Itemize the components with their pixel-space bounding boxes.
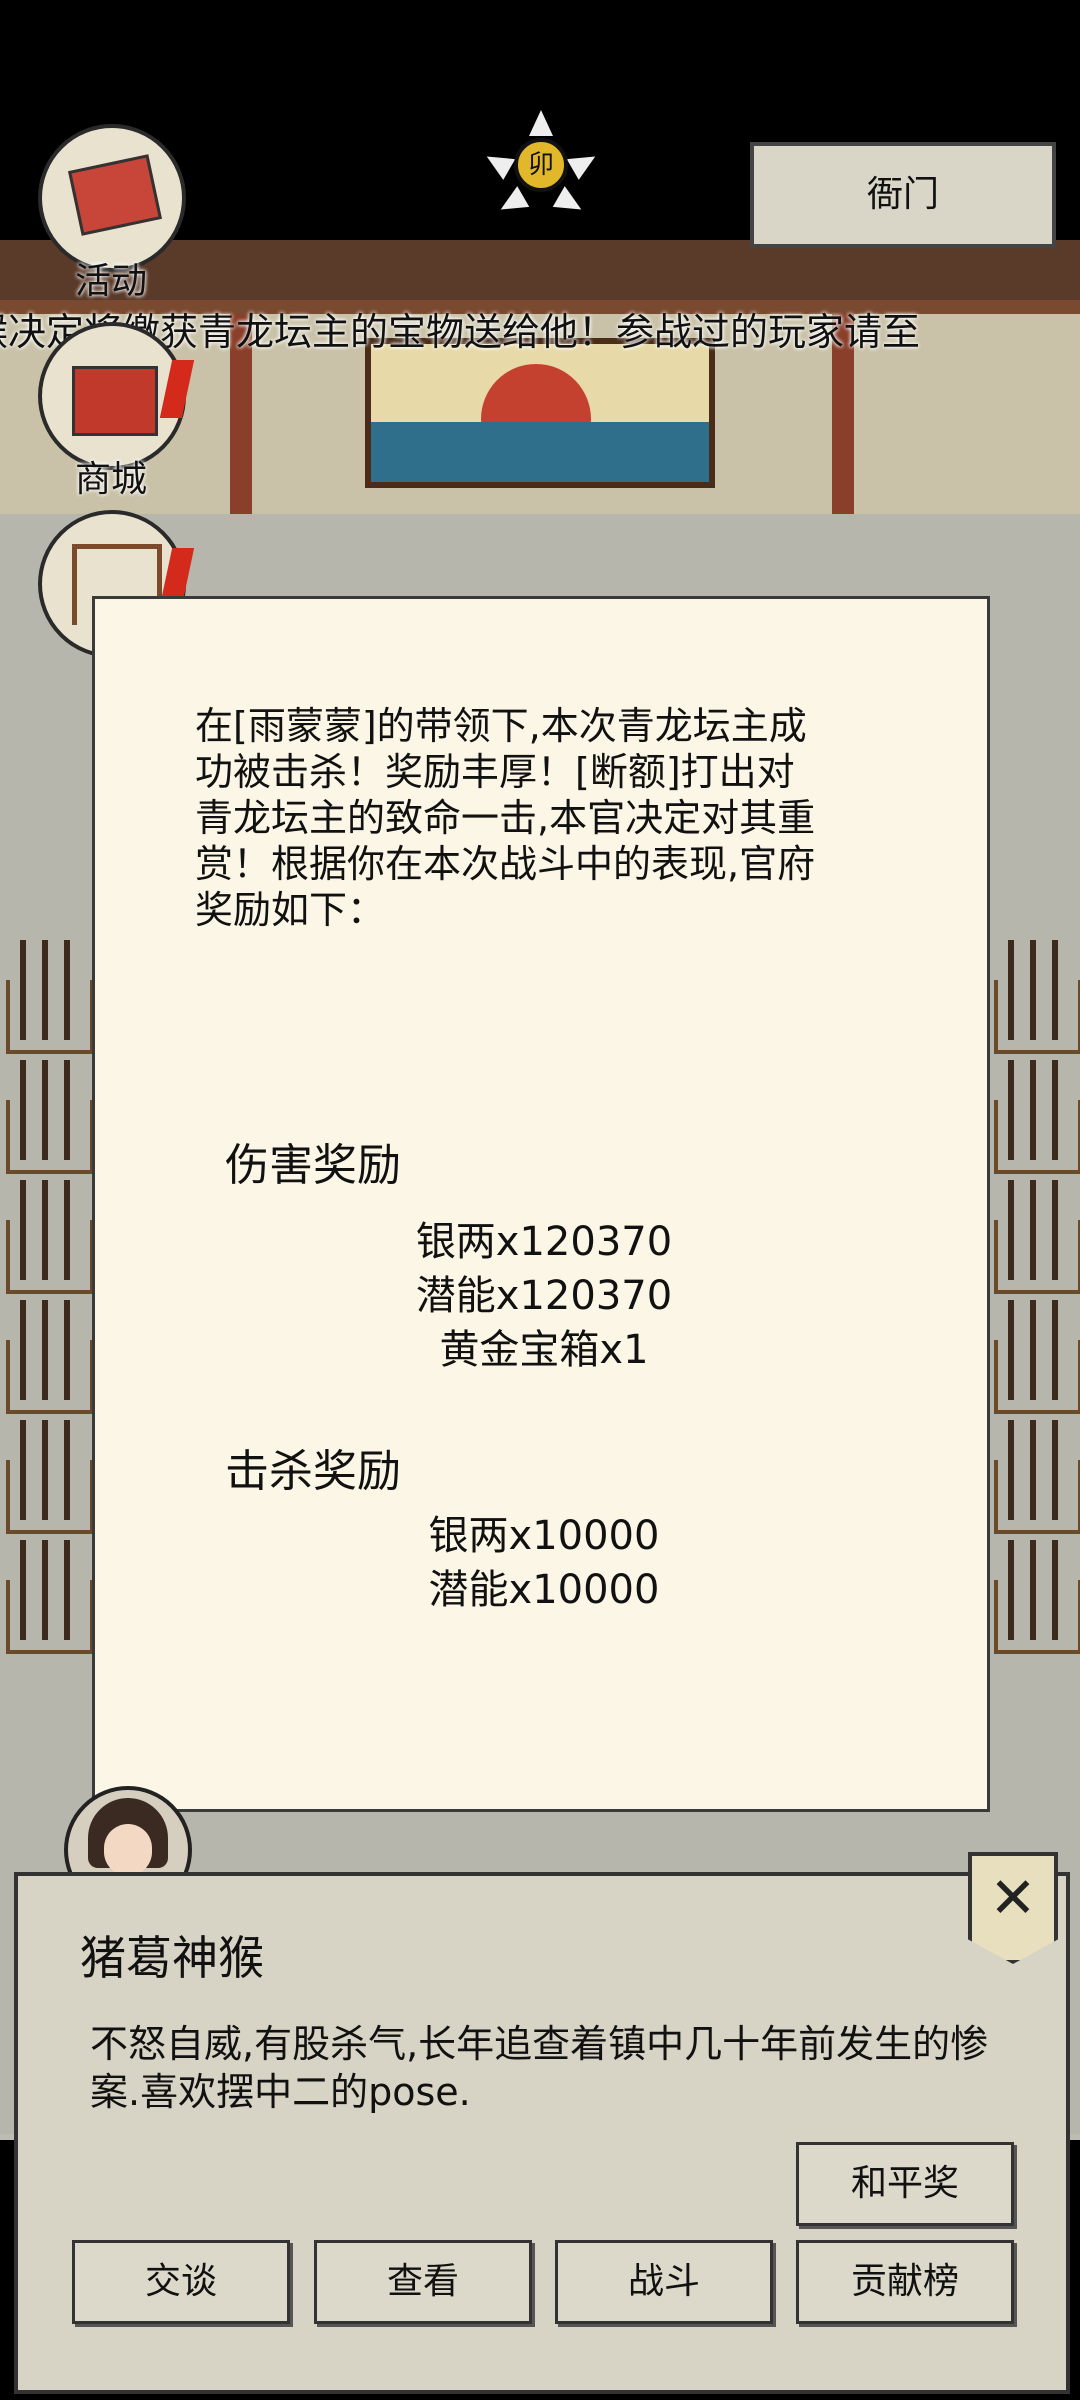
yamen-button[interactable]: 衙门 bbox=[750, 142, 1056, 248]
weapon-rack bbox=[994, 1060, 1080, 1174]
weapon-rack bbox=[994, 940, 1080, 1054]
weapon-rack bbox=[994, 1420, 1080, 1534]
view-button[interactable]: 查看 bbox=[314, 2240, 532, 2324]
clock-hour-glyph: 卯 bbox=[514, 138, 568, 192]
kill-reward-item: 潜能x10000 bbox=[428, 1567, 660, 1613]
activity-button[interactable]: 活动 bbox=[38, 124, 186, 304]
damage-reward-item: 银两x120370 bbox=[415, 1219, 673, 1265]
npc-info-panel: 猪葛神猴 不怒自威,有股杀气,长年追查着镇中几十年前发生的惨案.喜欢摆中二的po… bbox=[14, 1872, 1070, 2394]
weapon-rack bbox=[6, 1420, 94, 1534]
reward-message: 在[雨蒙蒙]的带领下,本次青龙坛主成 功被击杀！奖励丰厚！[断额]打出对 青龙坛… bbox=[195, 704, 816, 932]
npc-description: 不怒自威,有股杀气,长年追查着镇中几十年前发生的惨案.喜欢摆中二的pose. bbox=[90, 2022, 989, 2114]
sun-ray bbox=[552, 186, 588, 220]
shop-label: 商城 bbox=[74, 459, 147, 500]
weapon-rack bbox=[6, 940, 94, 1054]
time-clock-icon[interactable]: 卯 bbox=[480, 110, 602, 220]
weapon-rack bbox=[6, 1060, 94, 1174]
activity-label: 活动 bbox=[74, 261, 147, 302]
damage-reward-item: 潜能x120370 bbox=[415, 1273, 673, 1319]
stall-shape bbox=[72, 366, 158, 436]
close-icon: ✕ bbox=[989, 1866, 1037, 1931]
kill-reward-item: 银两x10000 bbox=[428, 1513, 660, 1559]
shop-button[interactable]: 商城 bbox=[38, 322, 195, 502]
damage-reward-item: 黄金宝箱x1 bbox=[439, 1327, 649, 1373]
weapon-rack bbox=[994, 1180, 1080, 1294]
fight-button[interactable]: 战斗 bbox=[555, 2240, 773, 2324]
shop-icon bbox=[38, 322, 195, 470]
weapon-rack bbox=[6, 1180, 94, 1294]
weapon-rack bbox=[6, 1300, 94, 1414]
talk-button[interactable]: 交谈 bbox=[72, 2240, 290, 2324]
avatar-face bbox=[104, 1824, 152, 1876]
weapon-rack bbox=[6, 1540, 94, 1654]
kill-reward-title: 击杀奖励 bbox=[225, 1446, 401, 1497]
wave-shape bbox=[371, 422, 709, 482]
contribution-ranking-button[interactable]: 贡献榜 bbox=[796, 2240, 1014, 2324]
sun-ray bbox=[480, 146, 516, 180]
banner-shape bbox=[68, 154, 162, 236]
npc-name: 猪葛神猴 bbox=[80, 1931, 264, 1985]
sun-ray bbox=[494, 186, 530, 220]
weapon-rack bbox=[994, 1300, 1080, 1414]
flag-icon bbox=[38, 124, 186, 272]
reward-dialog: 在[雨蒙蒙]的带领下,本次青龙坛主成 功被击杀！奖励丰厚！[断额]打出对 青龙坛… bbox=[92, 596, 990, 1812]
peace-award-button[interactable]: 和平奖 bbox=[796, 2142, 1014, 2226]
sun-ray bbox=[529, 110, 553, 136]
damage-reward-title: 伤害奖励 bbox=[225, 1140, 401, 1191]
weapon-rack bbox=[994, 1540, 1080, 1654]
